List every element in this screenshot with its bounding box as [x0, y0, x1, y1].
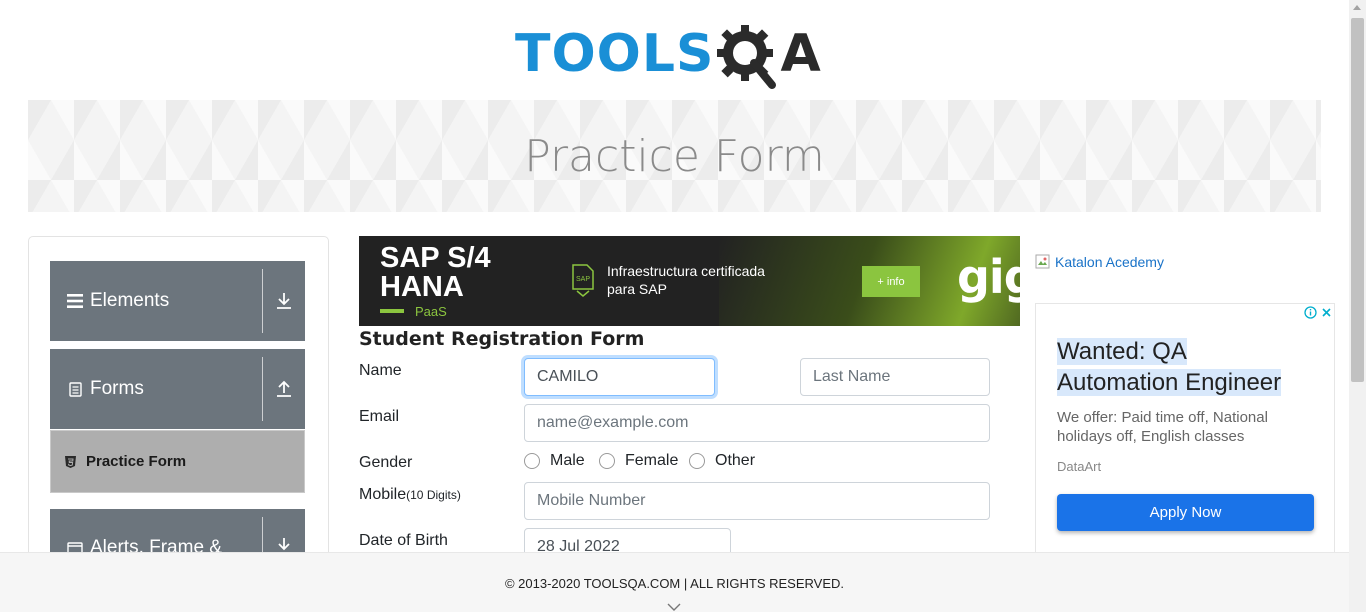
katalon-ad-link[interactable]: Katalon Acedemy: [1035, 254, 1164, 270]
gender-label: Gender: [359, 454, 413, 471]
document-icon: [66, 381, 84, 397]
job-ad-source: DataArt: [1057, 459, 1102, 474]
hamburger-icon: [66, 294, 84, 308]
ad-info-icon[interactable]: [1302, 304, 1318, 320]
ad-accent-bar: [380, 309, 404, 313]
page-title: Practice Form: [524, 130, 825, 182]
gender-radio-female[interactable]: Female: [599, 452, 678, 470]
job-ad-description: We offer: Paid time off, National holida…: [1057, 409, 1268, 445]
dob-label: Date of Birth: [359, 532, 448, 549]
broken-image-icon: [1035, 254, 1051, 270]
email-label: Email: [359, 408, 400, 425]
sidebar-item-practice-form[interactable]: Practice Form: [50, 430, 305, 493]
radio-label: Other: [715, 452, 756, 469]
job-ad-headline[interactable]: Wanted: QA Automation Engineer: [1057, 336, 1317, 398]
sidebar-item-label: Practice Form: [86, 453, 187, 470]
job-ad-headline-line-1: Wanted: QA: [1057, 338, 1187, 365]
scrollbar-thumb[interactable]: [1351, 18, 1364, 382]
last-name-input[interactable]: [800, 358, 990, 396]
scroll-up-arrow-icon[interactable]: [1353, 5, 1361, 10]
ad-description: Infraestructura certificada para SAP: [607, 262, 807, 298]
vertical-scrollbar[interactable]: [1349, 0, 1366, 612]
logo-text-qa: A: [780, 24, 821, 84]
sidebar-group-elements[interactable]: Elements: [50, 261, 305, 341]
chevron-down-icon[interactable]: [666, 599, 682, 612]
divider: [262, 357, 263, 421]
email-input[interactable]: [524, 404, 990, 442]
sidebar-group-label: Elements: [90, 290, 170, 311]
gear-magnifier-icon: [716, 23, 778, 89]
ad-info-button[interactable]: + info: [862, 266, 920, 297]
page: TOOLS A Practice Form Elements Forms Pra…: [0, 0, 1366, 612]
page-banner: Practice Form: [28, 100, 1321, 212]
toolsqa-logo[interactable]: TOOLS A: [515, 16, 840, 92]
footer: © 2013-2020 TOOLSQA.COM | ALL RIGHTS RES…: [0, 552, 1366, 612]
radio-circle[interactable]: [599, 453, 615, 469]
ad-subtitle: PaaS: [415, 304, 447, 319]
ad-controls: [1302, 304, 1334, 320]
divider: [262, 269, 263, 333]
sidebar-group-label: Forms: [90, 378, 144, 399]
apply-now-button[interactable]: Apply Now: [1057, 494, 1314, 531]
mobile-label: Mobile(10 Digits): [359, 486, 461, 504]
logo-text-tools: TOOLS: [515, 24, 715, 84]
radio-circle[interactable]: [524, 453, 540, 469]
mobile-input[interactable]: [524, 482, 990, 520]
html5-icon: [65, 455, 79, 468]
katalon-link-text: Katalon Acedemy: [1055, 254, 1164, 270]
download-arrow-icon[interactable]: [263, 292, 305, 310]
upload-arrow-icon[interactable]: [263, 380, 305, 398]
ad-desc-line-2: para SAP: [607, 281, 667, 297]
sidebar: Elements Forms Practice Form Alerts, Fra…: [28, 236, 329, 566]
sidebar-group-forms[interactable]: Forms: [50, 349, 305, 429]
gender-radio-other[interactable]: Other: [689, 452, 755, 470]
radio-label: Female: [625, 452, 679, 469]
footer-copyright: © 2013-2020 TOOLSQA.COM | ALL RIGHTS RES…: [504, 576, 845, 591]
sap-document-icon: SAP: [571, 264, 595, 297]
sap-badge-text: SAP: [576, 276, 590, 283]
job-ad-headline-line-2: Automation Engineer: [1057, 369, 1282, 396]
ad-title-line-2: HANA: [380, 271, 464, 303]
ad-brand: gig: [957, 250, 1020, 304]
gender-radio-male[interactable]: Male: [524, 452, 585, 470]
first-name-input[interactable]: [524, 358, 715, 396]
radio-label: Male: [550, 452, 585, 469]
radio-circle[interactable]: [689, 453, 705, 469]
job-ad-card[interactable]: Wanted: QA Automation Engineer We offer:…: [1035, 303, 1335, 563]
mobile-label-text: Mobile: [359, 486, 407, 503]
ad-close-icon[interactable]: [1318, 304, 1334, 320]
form-title: Student Registration Form: [359, 328, 645, 350]
ad-title-line-1: SAP S/4: [380, 242, 491, 274]
sap-hana-ad-banner[interactable]: SAP S/4 HANA PaaS SAP Infraestructura ce…: [359, 236, 1020, 326]
ad-desc-line-1: Infraestructura certificada: [607, 263, 765, 279]
mobile-hint: (10 Digits): [406, 488, 461, 502]
ad-title: SAP S/4 HANA: [380, 244, 491, 302]
name-label: Name: [359, 362, 402, 379]
